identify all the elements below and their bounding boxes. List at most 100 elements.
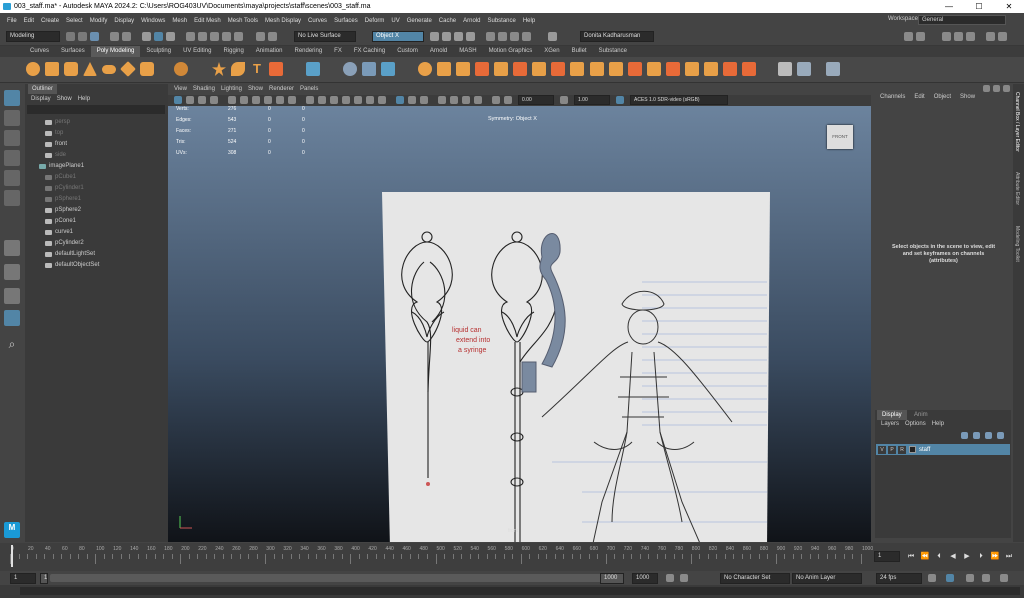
preferences-icon[interactable] — [1000, 574, 1008, 582]
multi-cut-icon[interactable] — [590, 62, 604, 76]
viewport-menu-show[interactable]: Show — [248, 84, 263, 95]
construction-history-icon[interactable] — [268, 32, 277, 41]
textured-icon[interactable] — [354, 96, 362, 104]
rotate-tool-icon[interactable] — [4, 170, 20, 186]
smooth-icon[interactable] — [362, 62, 376, 76]
select-tool-icon[interactable] — [4, 90, 20, 106]
play-forwards-icon[interactable]: ▶ — [962, 552, 972, 561]
outliner-item[interactable]: side — [45, 150, 66, 160]
menu-edit-mesh[interactable]: Edit Mesh — [194, 18, 221, 24]
xray-components-icon[interactable] — [420, 96, 428, 104]
merge-icon[interactable] — [570, 62, 584, 76]
view-cube[interactable]: FRONT — [827, 125, 853, 149]
step-forward-key-icon[interactable]: ⏩ — [990, 552, 1000, 561]
field-chart-icon[interactable] — [276, 96, 284, 104]
scale-tool-icon[interactable] — [4, 190, 20, 206]
fill-hole-icon[interactable] — [551, 62, 565, 76]
menu-substance[interactable]: Substance — [487, 18, 515, 24]
menu-arnold[interactable]: Arnold — [463, 18, 480, 24]
anim-layer-dropdown[interactable]: No Anim Layer — [792, 573, 862, 584]
snap-point-icon[interactable] — [210, 32, 219, 41]
redo-icon[interactable] — [122, 32, 131, 41]
step-back-frame-icon[interactable]: ⏴ — [934, 552, 944, 561]
channel-box-icon[interactable] — [966, 32, 975, 41]
cache-playback-icon[interactable] — [946, 574, 954, 582]
layer-visibility-toggle[interactable]: V — [878, 445, 886, 454]
tool-settings-toggle-icon[interactable] — [1003, 85, 1010, 92]
auto-key-icon[interactable] — [680, 574, 688, 582]
viewport-menu-renderer[interactable]: Renderer — [269, 84, 294, 95]
user-account-dropdown[interactable]: Donita Kadharusman — [580, 31, 654, 42]
view-transform-dropdown[interactable]: ACES 1.0 SDR-video (sRGB) — [630, 95, 728, 105]
camera-attributes-icon[interactable] — [186, 96, 194, 104]
arnold-render-icon[interactable] — [486, 32, 495, 41]
hypershade-icon[interactable] — [466, 32, 475, 41]
show-menu[interactable]: Show — [960, 94, 975, 100]
undo-icon[interactable] — [110, 32, 119, 41]
command-line[interactable] — [0, 585, 1024, 598]
history-icon[interactable] — [256, 32, 265, 41]
poly-sphere-icon[interactable] — [26, 62, 40, 76]
step-forward-frame-icon[interactable]: ⏵ — [976, 552, 986, 561]
shelf-tab-animation[interactable]: Animation — [250, 46, 289, 57]
layer-playback-toggle[interactable]: P — [888, 445, 896, 454]
image-plane-toggle-icon[interactable] — [210, 96, 218, 104]
camera-select-icon[interactable] — [174, 96, 182, 104]
menu-surfaces[interactable]: Surfaces — [334, 18, 358, 24]
outliner-item[interactable]: pCylinder1 — [45, 183, 84, 193]
shelf-tab-arnold[interactable]: Arnold — [424, 46, 453, 57]
shadows-icon[interactable] — [378, 96, 386, 104]
outliner-item[interactable]: pCone1 — [45, 216, 76, 226]
circularize-icon[interactable] — [704, 62, 718, 76]
outliner-menu-display[interactable]: Display — [31, 94, 51, 104]
poly-superellipse-icon[interactable] — [212, 62, 226, 76]
human-ik-icon[interactable] — [916, 32, 925, 41]
render-frame-icon[interactable] — [430, 32, 439, 41]
menu-set-dropdown[interactable]: Modeling — [6, 31, 60, 42]
separate-icon[interactable] — [343, 62, 357, 76]
channels-menu[interactable]: Channels — [880, 94, 905, 100]
lights-icon[interactable] — [366, 96, 374, 104]
viewport-menu-lighting[interactable]: Lighting — [221, 84, 242, 95]
layer-row-staff[interactable]: V P R staff — [876, 444, 1010, 455]
gate-mask-icon[interactable] — [264, 96, 272, 104]
outliner-item[interactable]: pCylinder2 — [45, 238, 84, 248]
tool-settings-icon[interactable] — [954, 32, 963, 41]
shelf-tab-surfaces[interactable]: Surfaces — [55, 46, 91, 57]
film-gate-icon[interactable] — [240, 96, 248, 104]
lasso-tool-icon[interactable] — [4, 110, 20, 126]
viewport-menu-view[interactable]: View — [174, 84, 187, 95]
single-view-icon[interactable] — [4, 240, 20, 256]
outliner-item[interactable]: defaultObjectSet — [45, 260, 99, 270]
animation-end-field[interactable]: 1000 — [632, 573, 658, 584]
snap-curve-icon[interactable] — [198, 32, 207, 41]
time-slider[interactable]: 0204060801001201401601802002202402602803… — [0, 543, 1024, 571]
outliner-menu-help[interactable]: Help — [78, 94, 90, 104]
insert-edge-loop-icon[interactable] — [666, 62, 680, 76]
shelf-tab-substance[interactable]: Substance — [593, 46, 633, 57]
append-polygon-icon[interactable] — [532, 62, 546, 76]
poly-platonic-icon[interactable] — [174, 62, 188, 76]
outliner-tab[interactable]: Outliner — [28, 84, 58, 94]
anti-aliasing-icon[interactable] — [462, 96, 470, 104]
side-tab-channel-box[interactable]: Channel Box / Layer Editor — [1014, 92, 1020, 152]
color-management-icon[interactable] — [616, 96, 624, 104]
menu-help[interactable]: Help — [523, 18, 535, 24]
poly-disc-icon[interactable] — [140, 62, 154, 76]
save-scene-icon[interactable] — [90, 32, 99, 41]
wireframe-on-shaded-icon[interactable] — [342, 96, 350, 104]
new-layer-icon[interactable] — [985, 432, 992, 439]
outliner-item[interactable]: imagePlane1 — [39, 161, 84, 171]
attribute-editor-icon[interactable] — [942, 32, 951, 41]
shelf-tab-sculpting[interactable]: Sculpting — [140, 46, 177, 57]
command-input[interactable] — [20, 587, 1020, 595]
menu-mesh[interactable]: Mesh — [172, 18, 187, 24]
depth-of-field-icon[interactable] — [474, 96, 482, 104]
gamma-field[interactable]: 1.00 — [574, 95, 610, 105]
snap-surface-icon[interactable] — [234, 32, 243, 41]
go-to-start-icon[interactable]: ⏮ — [906, 552, 916, 561]
menu-file[interactable]: File — [7, 18, 17, 24]
current-frame-field[interactable]: 1 — [874, 551, 900, 562]
ipr-render-icon[interactable] — [442, 32, 451, 41]
grid-icon[interactable] — [228, 96, 236, 104]
